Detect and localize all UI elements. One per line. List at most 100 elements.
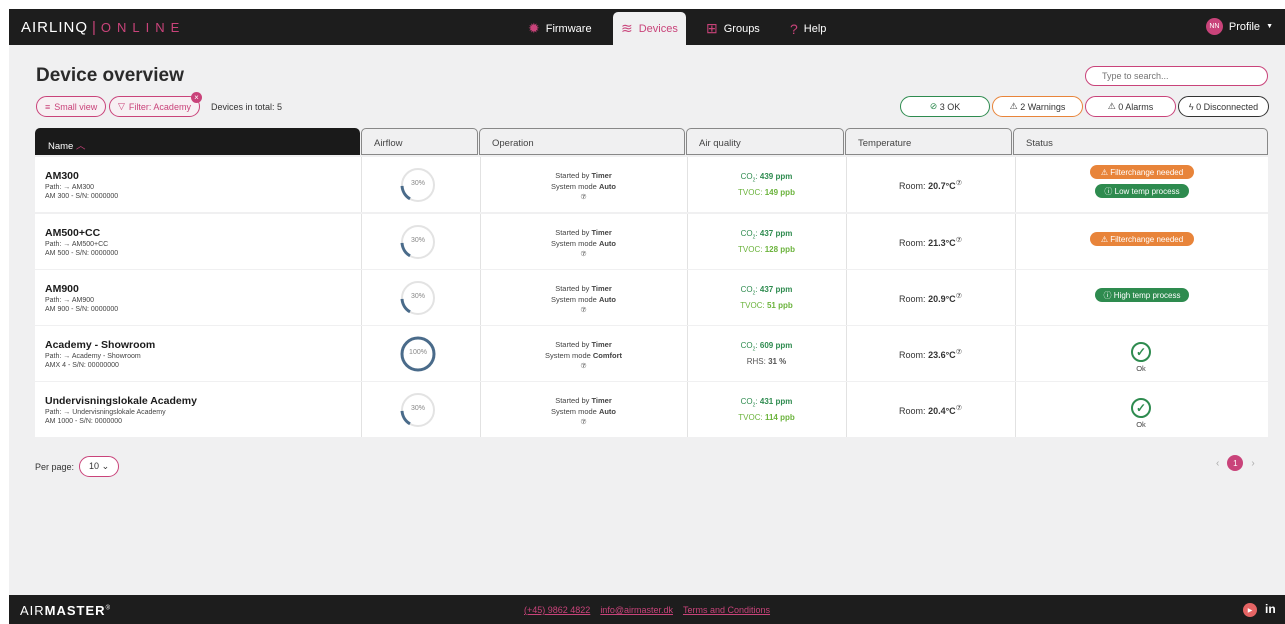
status-badge[interactable]: ⚠ Filterchange needed: [1090, 165, 1194, 179]
status-cell: ⓘ High temp process: [1015, 270, 1268, 325]
table-row[interactable]: AM500+CC Path: → AM500+CC AM 500 - S/N: 00…: [35, 214, 1268, 269]
operation-cell: Started by Timer System mode Auto ⑦: [480, 157, 686, 212]
airflow-cell: 30%: [361, 157, 479, 212]
column-header-airflow[interactable]: Airflow: [361, 128, 478, 155]
column-header-operation[interactable]: Operation: [479, 128, 685, 155]
groups-icon: ⊞: [706, 20, 718, 36]
footer-email-link[interactable]: info@airmaster.dk: [600, 605, 673, 615]
device-name-cell[interactable]: AM300 Path: → AM300 AM 300 - S/N: 0000000: [35, 157, 360, 212]
column-header-temperature[interactable]: Temperature: [845, 128, 1012, 155]
small-view-toggle[interactable]: ≡ Small view: [36, 96, 107, 117]
linkedin-icon[interactable]: in: [1265, 602, 1276, 616]
status-cell: ✓ Ok: [1015, 382, 1268, 437]
device-name-cell[interactable]: AM500+CC Path: → AM500+CC AM 500 - S/N: 00…: [35, 214, 360, 269]
stat-alarms-filter[interactable]: ⚠ 0 Alarms: [1085, 96, 1176, 117]
column-header-status[interactable]: Status: [1013, 128, 1268, 155]
device-serial: AMX 4 - S/N: 00000000: [45, 362, 119, 369]
device-name[interactable]: AM900: [45, 283, 350, 295]
device-serial: AM 900 - S/N: 0000000: [45, 306, 119, 313]
device-serial: AM 500 - S/N: 0000000: [45, 250, 119, 257]
operation-cell: Started by Timer System mode Auto ⑦: [480, 382, 686, 437]
filter-icon: ▽: [118, 101, 125, 111]
stat-warnings-filter[interactable]: ⚠ 2 Warnings: [992, 96, 1083, 117]
info-icon: ⓘ: [1103, 290, 1112, 300]
temperature-cell: Room: 21.3°C⑦: [846, 214, 1014, 269]
airflow-value: 30%: [410, 237, 425, 244]
status-ok-label: Ok: [1136, 420, 1146, 429]
help-icon[interactable]: ⑦: [481, 249, 686, 260]
footer-phone-link[interactable]: (+45) 9862 4822: [524, 605, 590, 615]
operation-cell: Started by Timer System mode Comfort ⑦: [480, 326, 686, 381]
disconnected-icon: ϟ: [1188, 101, 1194, 112]
device-name-cell[interactable]: Undervisningslokale Academy Path: → Under…: [35, 382, 360, 437]
per-page-control: Per page: 10 ⌄: [35, 456, 120, 477]
info-icon[interactable]: ⑦: [956, 405, 962, 412]
temperature-cell: Room: 20.7°C⑦: [846, 157, 1014, 212]
footer-terms-link[interactable]: Terms and Conditions: [683, 605, 770, 615]
device-name[interactable]: AM500+CC: [45, 227, 350, 239]
operation-cell: Started by Timer System mode Auto ⑦: [480, 214, 686, 269]
profile-label: Profile: [1228, 20, 1261, 33]
table-row[interactable]: Undervisningslokale Academy Path: → Under…: [35, 382, 1268, 437]
profile-menu[interactable]: NN Profile ▼: [1205, 18, 1273, 35]
device-name-cell[interactable]: Academy - Showroom Path: → Academy - Show…: [35, 326, 360, 381]
avatar: NN: [1205, 18, 1223, 35]
page-button-current[interactable]: 1: [1227, 455, 1244, 471]
gear-icon: ✹: [528, 20, 540, 36]
column-header-name[interactable]: Name ︿: [35, 128, 360, 155]
device-path: Path: → AM500+CC: [45, 241, 109, 248]
nav-groups[interactable]: ⊞ Groups: [698, 12, 768, 45]
brand-sub: ONLINE: [100, 20, 186, 35]
help-icon[interactable]: ⑦: [481, 192, 686, 203]
info-icon[interactable]: ⑦: [956, 349, 962, 356]
device-name[interactable]: Academy - Showroom: [45, 339, 350, 351]
alarm-icon: ⚠: [1107, 101, 1116, 111]
top-navbar: AIRLINQ | ONLINE ✹ Firmware ≋ Devices ⊞ Group…: [9, 9, 1285, 45]
table-row[interactable]: Academy - Showroom Path: → Academy - Show…: [35, 326, 1268, 381]
next-page-icon[interactable]: ›: [1251, 458, 1254, 469]
air-quality-cell: CO2: 437 ppm TVOC: 51 ppb: [687, 270, 845, 325]
device-name-cell[interactable]: AM900 Path: → AM900 AM 900 - S/N: 0000000: [35, 270, 360, 325]
status-badge[interactable]: ⓘ Low temp process: [1095, 184, 1189, 198]
table-row[interactable]: AM300 Path: → AM300 AM 300 - S/N: 0000000 3…: [35, 157, 1268, 212]
device-path: Path: → AM900: [45, 297, 95, 304]
status-cell: ✓ Ok: [1015, 326, 1268, 381]
info-icon[interactable]: ⑦: [956, 180, 962, 187]
help-icon[interactable]: ⑦: [481, 361, 686, 372]
help-icon[interactable]: ⑦: [481, 305, 686, 316]
column-header-air-quality[interactable]: Air quality: [686, 128, 844, 155]
temperature-cell: Room: 23.6°C⑦: [846, 326, 1014, 381]
air-quality-cell: CO2: 609 ppm RHS: 31 %: [687, 326, 845, 381]
temperature-cell: Room: 20.9°C⑦: [846, 270, 1014, 325]
airflow-cell: 100%: [361, 326, 479, 381]
devices-icon: ≋: [621, 20, 633, 36]
table-row[interactable]: AM900 Path: → AM900 AM 900 - S/N: 0000000 3…: [35, 270, 1268, 325]
per-page-select[interactable]: 10 ⌄: [79, 456, 120, 477]
device-name[interactable]: AM300: [45, 170, 350, 182]
status-badge[interactable]: ⓘ High temp process: [1095, 288, 1189, 302]
status-cell: ⚠ Filterchange needed ⓘ Low temp process: [1015, 157, 1268, 212]
clear-filter-icon[interactable]: ×: [191, 92, 202, 103]
search-input[interactable]: [1085, 66, 1268, 86]
brand-logo[interactable]: AIRLINQ | ONLINE: [21, 19, 185, 36]
prev-page-icon[interactable]: ‹: [1216, 458, 1219, 469]
help-icon[interactable]: ⑦: [481, 417, 686, 428]
nav-firmware[interactable]: ✹ Firmware: [520, 12, 600, 45]
info-icon[interactable]: ⑦: [956, 293, 962, 300]
nav-devices[interactable]: ≋ Devices: [613, 12, 686, 45]
chevron-down-icon: ⌄: [101, 461, 110, 471]
ok-check-icon: ✓: [1131, 342, 1151, 362]
warning-icon: ⚠: [1009, 101, 1018, 111]
status-badge[interactable]: ⚠ Filterchange needed: [1090, 232, 1194, 246]
nav-help[interactable]: ? Help: [782, 12, 834, 45]
youtube-icon[interactable]: ▶: [1243, 603, 1257, 617]
info-icon[interactable]: ⑦: [956, 237, 962, 244]
devices-total: Devices in total: 5: [211, 102, 283, 112]
filter-chip[interactable]: ▽ Filter: Academy: [109, 96, 200, 117]
air-quality-cell: CO2: 431 ppm TVOC: 114 ppb: [687, 382, 845, 437]
page-title: Device overview: [36, 65, 184, 86]
stat-disconnected-filter[interactable]: ϟ 0 Disconnected: [1178, 96, 1269, 117]
device-name[interactable]: Undervisningslokale Academy: [45, 395, 350, 407]
footer-logo: AIRMASTER®: [20, 603, 111, 618]
stat-ok-filter[interactable]: ⊘ 3 OK: [900, 96, 990, 117]
